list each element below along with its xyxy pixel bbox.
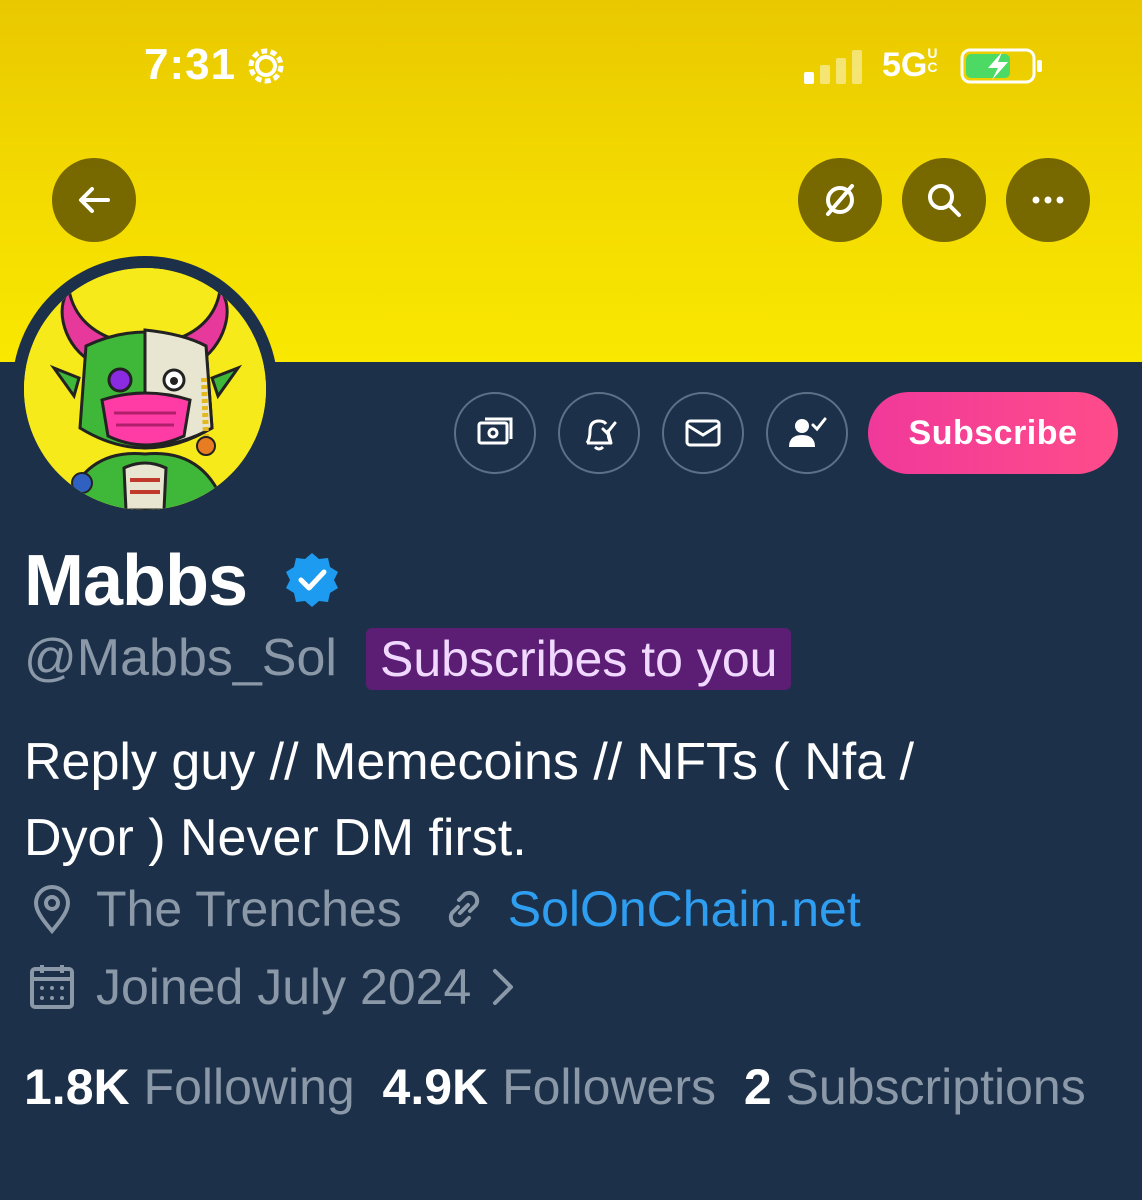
location-text: The Trenches [96,881,402,937]
search-icon [928,184,961,217]
more-dots-icon [1032,196,1064,204]
bell-check-icon [585,419,617,451]
joined-date: Joined July 2024 [96,959,472,1015]
network-suffix: UC [927,45,938,75]
display-name: Mabbs [24,541,248,621]
website-link[interactable]: SolOnChain.net [508,880,861,938]
message-button[interactable] [662,392,744,474]
subscribe-button[interactable]: Subscribe [868,392,1118,474]
following-count: 1.8K [24,1059,130,1115]
person-check-icon [789,417,827,447]
avatar[interactable] [24,268,266,510]
user-handle: @Mabbs_Sol [24,629,337,687]
search-button[interactable] [902,158,986,242]
notifications-button[interactable] [558,392,640,474]
profile-stats: 1.8K Following 4.9K Followers 2 Subscrip… [24,1050,1124,1124]
followers-count: 4.9K [382,1059,489,1115]
bio: Reply guy // Memecoins // NFTs ( Nfa / D… [24,724,1104,876]
verified-badge-icon[interactable] [282,550,342,610]
status-time: 7:31 [144,40,237,89]
calendar-icon [30,965,74,1009]
chevron-right-icon [493,969,514,1005]
bio-line-2: Dyor ) Never DM first. [24,809,527,867]
network-label: 5GUC [882,46,939,85]
followers-link[interactable]: 4.9K Followers [383,1059,716,1115]
subscribes-to-you-badge: Subscribes to you [366,628,792,690]
subscriptions-count: 2 [743,1059,772,1115]
gear-icon [248,48,284,84]
mail-icon [685,419,721,447]
battery-icon [960,48,1042,84]
bio-line-1: Reply guy // Memecoins // NFTs ( Nfa / [24,733,915,791]
more-button[interactable] [1006,158,1090,242]
tip-button[interactable] [454,392,536,474]
joined-row[interactable]: Joined July 2024 [24,958,525,1016]
location-pin-icon [33,885,71,935]
subscriptions-link[interactable]: 2 Subscriptions [744,1059,1086,1115]
arrow-left-icon [79,187,110,213]
following-label: Following [143,1059,355,1115]
back-button[interactable] [52,158,136,242]
grok-button[interactable] [798,158,882,242]
link-icon [448,890,479,928]
following-link[interactable]: 1.8K Following [24,1059,355,1115]
money-icon [477,417,513,445]
followers-label: Followers [502,1059,717,1115]
profile-meta-row: The Trenches SolOnChain.net [24,880,861,938]
bull-avatar-image [24,268,266,510]
subscriptions-label: Subscriptions [785,1059,1086,1115]
signal-icon [804,50,862,84]
network-type: 5G [882,46,928,84]
grok-slash-icon [826,184,854,216]
following-button[interactable] [766,392,848,474]
